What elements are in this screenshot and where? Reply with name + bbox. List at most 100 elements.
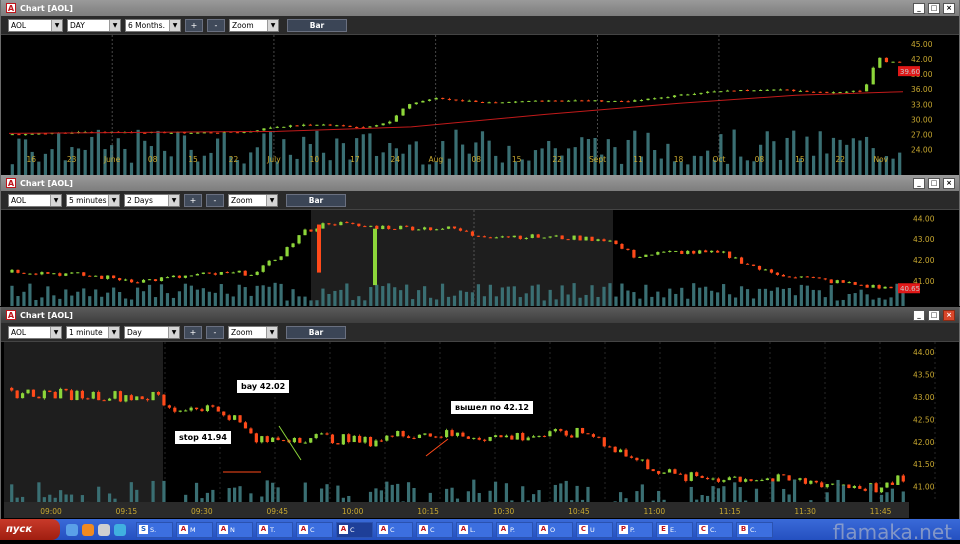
candle-body: [690, 472, 693, 481]
candle-body: [103, 400, 106, 401]
task-button[interactable]: AP.: [496, 522, 533, 538]
app-icon[interactable]: [114, 524, 126, 536]
volume-bar: [448, 159, 451, 175]
minimize-icon[interactable]: _: [913, 3, 925, 14]
volume-bar: [163, 151, 166, 175]
time-tick-label: 22: [836, 155, 846, 164]
range-select[interactable]: 6 Months.▼: [125, 19, 181, 32]
window-icon: A: [339, 525, 348, 534]
task-button[interactable]: AO: [536, 522, 573, 538]
zoom-select[interactable]: Zoom▼: [228, 326, 278, 339]
candle-body: [717, 479, 720, 482]
volume-bar: [584, 295, 587, 306]
candle-body: [142, 280, 145, 283]
volume-bar: [613, 147, 616, 175]
task-list: SS. AMANAT.ACACACACAL.AP.AOCUPP.EE.CC.BC…: [136, 522, 773, 538]
task-button[interactable]: AC: [336, 522, 373, 538]
volume-bar: [291, 289, 294, 306]
bar-style-button[interactable]: Bar: [286, 194, 346, 207]
range-select[interactable]: Day▼: [124, 326, 180, 339]
candle-body: [858, 91, 861, 92]
symbol-select[interactable]: AOL▼: [8, 194, 62, 207]
volume-bar: [238, 285, 241, 306]
maximize-icon[interactable]: □: [928, 3, 940, 14]
symbol-select[interactable]: AOL▼: [8, 19, 63, 32]
price-chart-daily[interactable]: 45.0042.0039.0036.0033.0030.0027.0024.00…: [1, 35, 959, 175]
task-button[interactable]: CC.: [696, 522, 733, 538]
zoom-out-button[interactable]: -: [206, 194, 224, 207]
title-bar[interactable]: A Chart [AOL] _ □ ×: [1, 175, 959, 191]
volume-bar: [339, 290, 342, 306]
close-icon[interactable]: ×: [943, 3, 955, 14]
candle-body: [216, 133, 219, 134]
interval-value: 1 minute: [69, 328, 103, 337]
close-icon[interactable]: ×: [943, 178, 955, 189]
ie-icon[interactable]: [66, 524, 78, 536]
task-button[interactable]: BC.: [736, 522, 773, 538]
task-button[interactable]: AT.: [256, 522, 293, 538]
candle-body: [836, 280, 839, 283]
minimize-icon[interactable]: _: [913, 310, 925, 321]
task-button[interactable]: AC: [376, 522, 413, 538]
volume-bar: [488, 141, 491, 175]
zoom-out-button[interactable]: -: [207, 19, 225, 32]
price-chart-1min[interactable]: 44.0043.5043.0042.5042.0041.5041.0009:00…: [1, 342, 959, 518]
interval-select[interactable]: 5 minutes▼: [66, 194, 120, 207]
zoom-out-button[interactable]: -: [206, 326, 224, 339]
task-button[interactable]: AC: [416, 522, 453, 538]
interval-select[interactable]: 1 minute▼: [66, 326, 120, 339]
volume-bar: [375, 285, 378, 306]
start-button[interactable]: пуск: [0, 519, 60, 540]
task-button[interactable]: AM: [176, 522, 213, 538]
volume-bar: [650, 297, 653, 306]
time-tick-label: 09:00: [40, 507, 62, 516]
minimize-icon[interactable]: _: [913, 178, 925, 189]
bar-style-button[interactable]: Bar: [286, 326, 346, 339]
volume-bar: [646, 133, 649, 175]
candle-body: [898, 62, 901, 63]
candle-body: [812, 92, 815, 93]
range-select[interactable]: 2 Days▼: [124, 194, 180, 207]
task-button[interactable]: CU: [576, 522, 613, 538]
zoom-in-button[interactable]: +: [184, 194, 202, 207]
candle-body: [695, 472, 698, 476]
volume-bar: [825, 153, 828, 175]
symbol-select[interactable]: AOL▼: [8, 326, 62, 339]
window-title: Chart [AOL]: [20, 179, 73, 188]
maximize-icon[interactable]: □: [928, 178, 940, 189]
candle-body: [353, 436, 356, 442]
title-bar[interactable]: A Chart [AOL] _ □ ×: [1, 307, 959, 323]
zoom-in-button[interactable]: +: [185, 19, 203, 32]
candle-body: [54, 392, 57, 398]
candle-body: [339, 222, 342, 225]
candle-body: [519, 236, 522, 239]
candle-body: [148, 279, 151, 280]
candle-body: [826, 484, 829, 487]
volume-bar: [421, 164, 424, 175]
bar-style-button[interactable]: Bar: [287, 19, 347, 32]
candle-body: [614, 447, 617, 452]
price-chart-5min[interactable]: 44.0043.0042.0041.0040.65: [1, 210, 959, 306]
candle-body: [596, 239, 599, 241]
maximize-icon[interactable]: □: [928, 310, 940, 321]
zoom-select[interactable]: Zoom▼: [229, 19, 279, 32]
volume-bar: [447, 297, 450, 306]
candle-body: [92, 392, 95, 399]
firefox-icon[interactable]: [82, 524, 94, 536]
candle-body: [391, 436, 394, 437]
task-button[interactable]: AL.: [456, 522, 493, 538]
close-icon[interactable]: ×: [943, 310, 955, 321]
task-button[interactable]: EE.: [656, 522, 693, 538]
title-bar[interactable]: A Chart [AOL] _ □ ×: [1, 0, 959, 16]
zoom-select[interactable]: Zoom▼: [228, 194, 278, 207]
task-button[interactable]: PP.: [616, 522, 653, 538]
interval-select[interactable]: DAY▼: [67, 19, 121, 32]
desktop-icon[interactable]: [98, 524, 110, 536]
time-tick-label: 08: [755, 155, 765, 164]
volume-bar: [776, 287, 779, 306]
moving-average-line: [9, 92, 903, 134]
task-button[interactable]: AN: [216, 522, 253, 538]
zoom-in-button[interactable]: +: [184, 326, 202, 339]
task-button[interactable]: AC: [296, 522, 333, 538]
task-button[interactable]: SS.: [136, 522, 173, 538]
